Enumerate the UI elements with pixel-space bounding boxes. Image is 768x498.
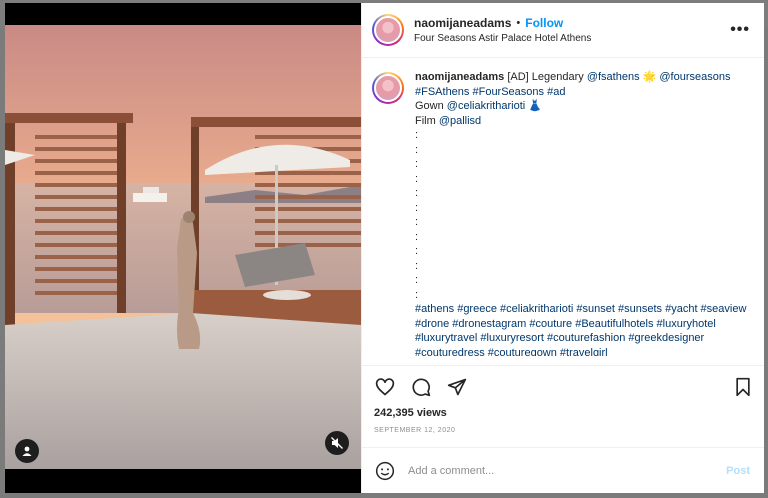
post-modal: naomijaneadams • Follow Four Seasons Ast… bbox=[5, 3, 764, 493]
caption-section: naomijaneadams [AD] Legendary @fsathens … bbox=[362, 58, 764, 365]
caption-fragment: Film bbox=[415, 114, 439, 127]
mention-link[interactable]: @pallisd bbox=[439, 115, 481, 127]
post-side-panel: naomijaneadams • Follow Four Seasons Ast… bbox=[361, 3, 764, 493]
emoji-icon[interactable] bbox=[374, 460, 396, 482]
mention-link[interactable]: @celiakritharioti bbox=[447, 100, 525, 112]
muted-speaker-icon bbox=[331, 437, 343, 449]
mention-link[interactable]: @fourseasons bbox=[659, 71, 730, 83]
heart-icon[interactable] bbox=[374, 376, 396, 398]
post-date[interactable]: SEPTEMBER 12, 2020 bbox=[362, 427, 764, 447]
emoji: 👗 bbox=[525, 100, 542, 112]
caption-username[interactable]: naomijaneadams bbox=[415, 71, 504, 83]
comment-icon[interactable] bbox=[410, 376, 432, 398]
video-frame[interactable] bbox=[5, 25, 361, 469]
bookmark-icon[interactable] bbox=[732, 376, 754, 398]
video-player[interactable] bbox=[5, 3, 361, 493]
hashtag-link[interactable]: #FSAthens bbox=[415, 86, 469, 98]
caption-avatar[interactable] bbox=[372, 72, 404, 104]
user-tag-icon bbox=[22, 446, 32, 456]
avatar[interactable] bbox=[372, 14, 404, 46]
video-still bbox=[5, 25, 361, 469]
caption-fragment: [AD] Legendary bbox=[504, 71, 587, 83]
user-tag-button[interactable] bbox=[15, 439, 39, 463]
comment-bar: Post bbox=[362, 447, 764, 493]
hashtag-link[interactable]: #FourSeasons bbox=[472, 86, 544, 98]
username-link[interactable]: naomijaneadams bbox=[414, 16, 511, 30]
hashtag-list[interactable]: #athens #greece #celiakritharioti #sunse… bbox=[415, 303, 749, 356]
hashtag-link[interactable]: #ad bbox=[547, 86, 565, 98]
action-bar bbox=[362, 365, 764, 407]
post-header: naomijaneadams • Follow Four Seasons Ast… bbox=[362, 3, 764, 58]
caption-fragment: Gown bbox=[415, 100, 447, 112]
separator-dot: • bbox=[516, 17, 521, 29]
view-count[interactable]: 242,395 views bbox=[362, 407, 764, 424]
post-comment-button[interactable]: Post bbox=[726, 465, 750, 477]
share-icon[interactable] bbox=[446, 376, 468, 398]
mute-button[interactable] bbox=[325, 431, 349, 455]
caption-text: naomijaneadams [AD] Legendary @fsathens … bbox=[415, 70, 750, 356]
caption-dots: : : : : : : : : : : : : bbox=[415, 129, 419, 301]
emoji: 🌟 bbox=[639, 71, 660, 83]
location-link[interactable]: Four Seasons Astir Palace Hotel Athens bbox=[414, 33, 730, 44]
comment-input[interactable] bbox=[408, 464, 727, 477]
mention-link[interactable]: @fsathens bbox=[587, 71, 640, 83]
more-options-icon[interactable]: ••• bbox=[730, 21, 750, 39]
follow-button[interactable]: Follow bbox=[525, 16, 563, 30]
